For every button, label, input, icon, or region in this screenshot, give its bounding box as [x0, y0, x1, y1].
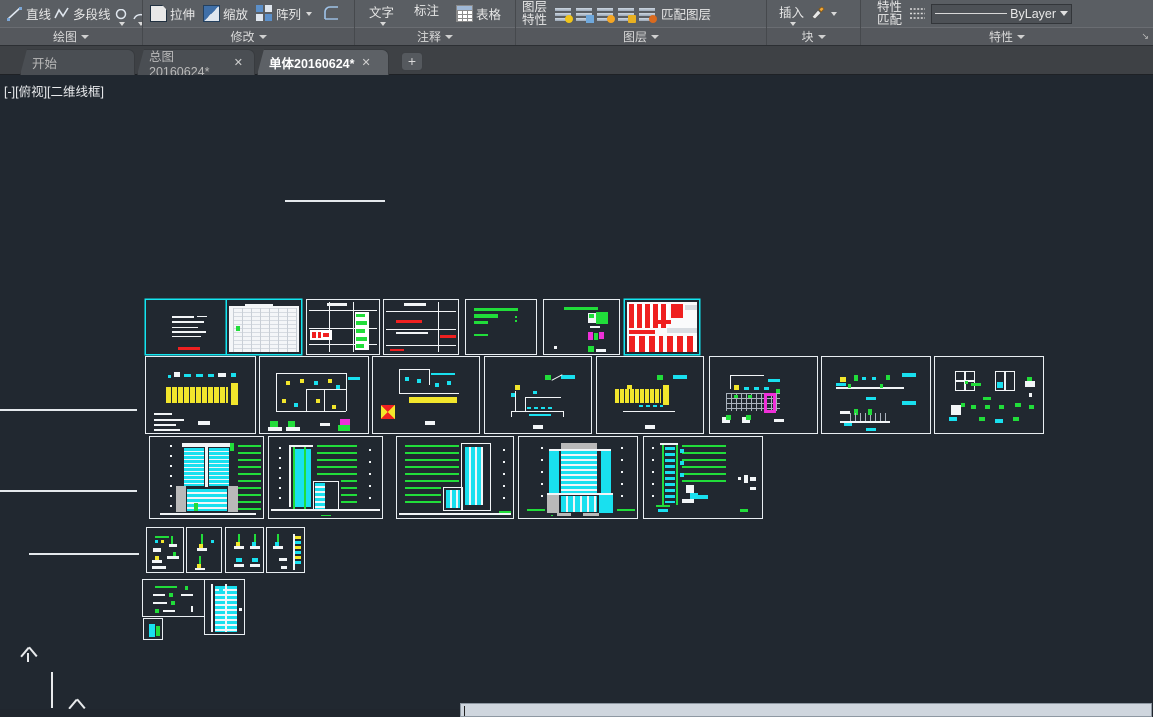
panel-title-annotation-label: 注释: [416, 30, 441, 44]
linetype-value: ByLayer: [1010, 6, 1057, 21]
linetype-swatch-icon: [909, 5, 926, 22]
drawing-canvas[interactable]: [-][俯视][二维线框]: [0, 75, 1153, 709]
line-button[interactable]: 直线: [6, 4, 51, 23]
array-icon: [256, 5, 274, 22]
file-tab-start[interactable]: 开始: [20, 49, 135, 75]
match-properties-label-1: 特性: [877, 0, 903, 14]
scale-label: 缩放: [223, 8, 249, 22]
edit-block-icon: [809, 5, 826, 22]
layer-on-icon[interactable]: [555, 5, 574, 23]
scale-icon: [203, 5, 221, 22]
chevron-down-icon: [445, 34, 453, 39]
panel-title-modify-label: 修改: [230, 30, 255, 44]
chevron-down-icon[interactable]: [1060, 11, 1069, 16]
panel-title-draw-label: 绘图: [52, 30, 77, 44]
circle-icon: [113, 8, 130, 21]
panel-title-properties-label: 特性: [988, 30, 1013, 44]
array-dropdown-caret[interactable]: [306, 11, 313, 16]
match-properties-button[interactable]: 特性 特性匹配 匹配: [877, 0, 903, 27]
panel-dialog-launcher[interactable]: ↘: [1141, 31, 1149, 42]
crosshair-cursor: [0, 75, 1153, 709]
polyline-button[interactable]: 多段线: [53, 4, 111, 23]
linetype-select[interactable]: ByLayer: [931, 3, 1073, 24]
layer-properties-label-1: 图层: [522, 0, 548, 14]
layer-match-icon[interactable]: [639, 5, 658, 23]
new-tab-button[interactable]: +: [401, 52, 423, 71]
file-tab-single-building-label: 单体20160624*: [269, 57, 355, 71]
layer-properties-label-2: 特性: [522, 13, 548, 27]
ribbon-panel-layer: 图层 图层特性 特性 匹配图层 图层: [516, 0, 767, 45]
fillet-icon: [323, 5, 340, 22]
table-label: 表格: [476, 8, 502, 22]
layer-isolate-icon[interactable]: [576, 5, 595, 23]
layer-properties-button[interactable]: 图层 图层特性 特性: [522, 0, 548, 27]
line-icon: [6, 5, 23, 22]
linetype-preview-line: [935, 13, 1008, 14]
match-properties-label-2: 匹配: [877, 13, 903, 27]
panel-title-block-label: 块: [801, 30, 814, 44]
dimension-label: 标注: [414, 4, 440, 18]
file-tab-single-building[interactable]: 单体20160624* ✕: [257, 49, 389, 75]
file-tab-bar: 开始 总图20160624* ✕ 单体20160624* ✕ +: [0, 46, 1153, 75]
ribbon-panel-annotation: 文字 标注 表格 注释: [355, 0, 516, 45]
panel-title-layer[interactable]: 图层: [516, 27, 766, 45]
stretch-icon: [150, 5, 167, 22]
line-label: 直线: [26, 8, 52, 22]
scale-button[interactable]: 缩放: [200, 3, 251, 24]
text-dropdown-caret[interactable]: [379, 22, 386, 26]
stretch-label: 拉伸: [170, 8, 196, 22]
text-label: 文字: [369, 6, 395, 20]
file-tab-start-label: 开始: [32, 57, 58, 71]
layer-freeze-icon[interactable]: [597, 5, 616, 23]
arc-dropdown-caret[interactable]: [138, 22, 142, 26]
close-icon[interactable]: ✕: [234, 56, 243, 69]
arc-icon: [132, 9, 142, 21]
chevron-down-icon: [1017, 34, 1025, 39]
ribbon-toolbar: 直线 多段线 绘图 拉伸 缩放 阵列 修改 文字 标注 表格 注释 图层 特性 …: [0, 0, 1153, 46]
fillet-button[interactable]: [320, 4, 343, 23]
circle-dropdown-caret[interactable]: [119, 22, 126, 26]
edit-block-button[interactable]: [806, 4, 840, 23]
ribbon-panel-block: 插入 块: [767, 0, 861, 45]
polyline-icon: [53, 5, 70, 22]
panel-title-modify[interactable]: 修改: [143, 27, 354, 45]
chevron-down-icon: [651, 34, 659, 39]
table-button[interactable]: 表格: [453, 3, 504, 24]
array-button[interactable]: 阵列: [253, 3, 315, 24]
stretch-button[interactable]: 拉伸: [147, 3, 198, 24]
panel-title-properties[interactable]: 特性 ↘: [861, 27, 1153, 45]
array-label: 阵列: [276, 8, 302, 22]
file-tab-master-plan[interactable]: 总图20160624* ✕: [137, 49, 255, 75]
layer-match-button[interactable]: 匹配图层: [660, 3, 714, 24]
chevron-down-icon: [258, 34, 267, 39]
edit-block-dropdown-caret[interactable]: [831, 11, 838, 16]
command-input[interactable]: [460, 703, 1152, 717]
chevron-down-icon: [81, 34, 89, 39]
panel-title-annotation[interactable]: 注释: [355, 27, 515, 45]
chevron-down-icon: [817, 34, 826, 39]
new-tab-label: +: [407, 53, 417, 69]
polyline-label: 多段线: [73, 8, 111, 22]
layer-lock-icon[interactable]: [618, 5, 637, 23]
close-icon[interactable]: ✕: [361, 56, 370, 69]
ribbon-panel-draw: 直线 多段线 绘图: [0, 0, 143, 45]
insert-block-dropdown-caret[interactable]: [789, 22, 796, 26]
insert-block-label: 插入: [779, 6, 805, 20]
panel-title-block[interactable]: 块: [767, 27, 860, 45]
layer-match-label: 匹配图层: [661, 8, 712, 22]
ribbon-panel-properties: 特性 特性匹配 匹配 ByLayer 特性 ↘: [861, 0, 1153, 45]
panel-title-draw[interactable]: 绘图: [0, 27, 142, 45]
text-caret: [464, 706, 465, 716]
ribbon-panel-modify: 拉伸 缩放 阵列 修改: [143, 0, 355, 45]
table-icon: [456, 5, 474, 22]
panel-title-layer-label: 图层: [622, 30, 647, 44]
